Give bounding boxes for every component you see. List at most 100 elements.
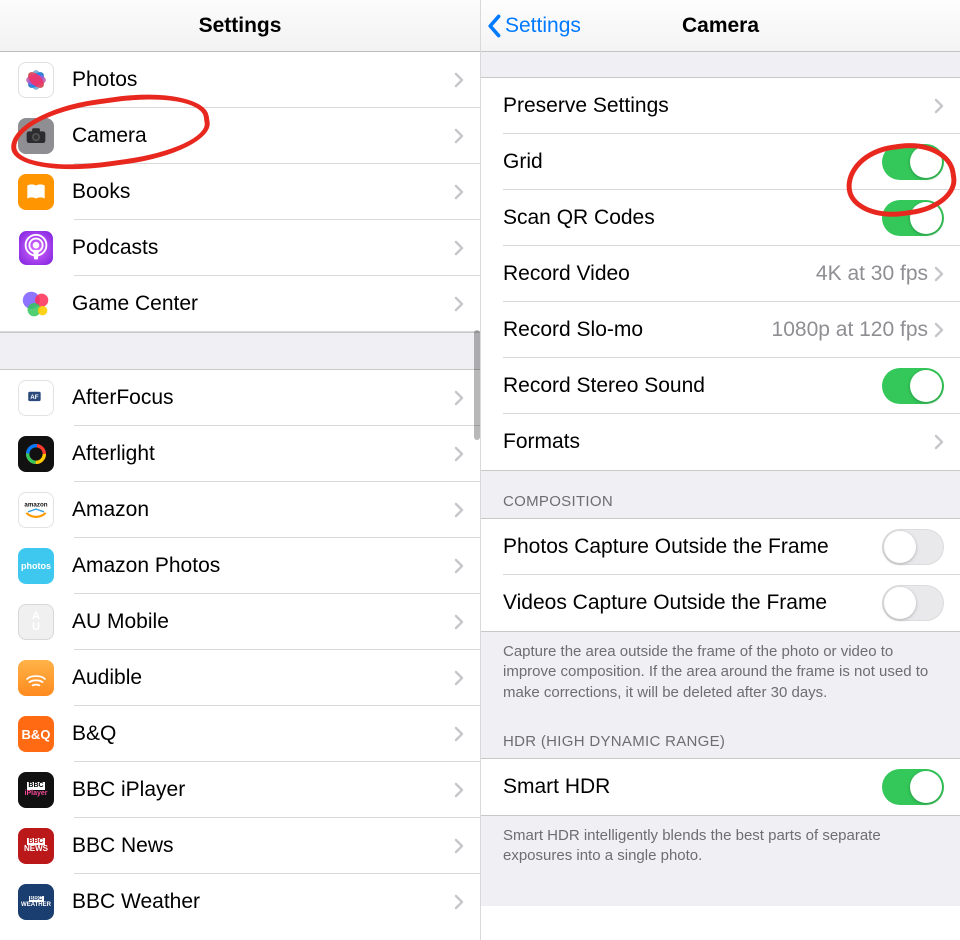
amazon-icon: amazon [18, 492, 54, 528]
row-label: Camera [72, 124, 454, 148]
row-photos[interactable]: Photos [0, 52, 480, 108]
composition-footer: Capture the area outside the frame of th… [481, 631, 960, 719]
bbc-weather-icon: BBCWEATHER [18, 884, 54, 920]
grid-toggle[interactable] [882, 144, 944, 180]
row-record-slomo[interactable]: Record Slo-mo 1080p at 120 fps [481, 302, 960, 358]
row-formats[interactable]: Formats [481, 414, 960, 470]
chevron-right-icon [454, 128, 464, 144]
chevron-right-icon [454, 296, 464, 312]
row-record-video[interactable]: Record Video 4K at 30 fps [481, 246, 960, 302]
camera-header: Settings Camera [481, 0, 960, 52]
row-books[interactable]: Books [0, 164, 480, 220]
photos-icon [18, 62, 54, 98]
chevron-right-icon [454, 184, 464, 200]
stereo-toggle[interactable] [882, 368, 944, 404]
chevron-right-icon [934, 98, 944, 114]
chevron-right-icon [454, 614, 464, 630]
bbc-iplayer-icon: BBCiPlayer [18, 772, 54, 808]
chevron-right-icon [934, 434, 944, 450]
bq-icon: B&Q [18, 716, 54, 752]
row-label: Record Slo-mo [503, 318, 772, 342]
row-podcasts[interactable]: Podcasts [0, 220, 480, 276]
row-afterfocus[interactable]: AF AfterFocus [0, 370, 480, 426]
row-label: Scan QR Codes [503, 206, 882, 230]
podcasts-icon [18, 230, 54, 266]
camera-pane: Settings Camera Preserve Settings Grid S… [480, 0, 960, 940]
row-videos-outside-frame: Videos Capture Outside the Frame [481, 575, 960, 631]
chevron-right-icon [454, 558, 464, 574]
row-scan-qr: Scan QR Codes [481, 190, 960, 246]
row-label: Photos Capture Outside the Frame [503, 535, 882, 559]
row-label: BBC Weather [72, 890, 454, 914]
row-label: Preserve Settings [503, 94, 934, 118]
row-value: 4K at 30 fps [816, 262, 928, 286]
settings-pane: Settings Photos [0, 0, 480, 940]
composition-header: COMPOSITION [481, 470, 960, 519]
chevron-right-icon [454, 894, 464, 910]
chevron-right-icon [934, 322, 944, 338]
row-au-mobile[interactable]: AU AU Mobile [0, 594, 480, 650]
afterlight-icon [18, 436, 54, 472]
svg-text:amazon: amazon [24, 501, 47, 508]
chevron-right-icon [934, 266, 944, 282]
row-bbc-iplayer[interactable]: BBCiPlayer BBC iPlayer [0, 762, 480, 818]
hdr-footer: Smart HDR intelligently blends the best … [481, 815, 960, 907]
row-stereo-sound: Record Stereo Sound [481, 358, 960, 414]
row-label: Formats [503, 430, 934, 454]
row-camera[interactable]: Camera [0, 108, 480, 164]
row-label: AfterFocus [72, 386, 454, 410]
row-label: BBC iPlayer [72, 778, 454, 802]
row-label: Record Video [503, 262, 816, 286]
row-bbc-weather[interactable]: BBCWEATHER BBC Weather [0, 874, 480, 930]
row-label: Record Stereo Sound [503, 374, 882, 398]
chevron-left-icon [487, 14, 503, 38]
row-label: Grid [503, 150, 882, 174]
chevron-right-icon [454, 502, 464, 518]
row-label: Podcasts [72, 236, 454, 260]
row-label: B&Q [72, 722, 454, 746]
afterfocus-icon: AF [18, 380, 54, 416]
scan-qr-toggle[interactable] [882, 200, 944, 236]
back-button[interactable]: Settings [481, 14, 581, 38]
svg-text:AF: AF [30, 394, 38, 401]
photos-outside-toggle[interactable] [882, 529, 944, 565]
camera-icon [18, 118, 54, 154]
row-smart-hdr: Smart HDR [481, 759, 960, 815]
chevron-right-icon [454, 670, 464, 686]
row-value: 1080p at 120 fps [772, 318, 928, 342]
row-photos-outside-frame: Photos Capture Outside the Frame [481, 519, 960, 575]
books-icon [18, 174, 54, 210]
row-label: Game Center [72, 292, 454, 316]
row-label: AU Mobile [72, 610, 454, 634]
chevron-right-icon [454, 446, 464, 462]
row-gamecenter[interactable]: Game Center [0, 276, 480, 332]
row-audible[interactable]: Audible [0, 650, 480, 706]
row-bbc-news[interactable]: BBCNEWS BBC News [0, 818, 480, 874]
row-amazon[interactable]: amazon Amazon [0, 482, 480, 538]
row-label: Amazon Photos [72, 554, 454, 578]
smart-hdr-toggle[interactable] [882, 769, 944, 805]
row-label: Books [72, 180, 454, 204]
row-preserve-settings[interactable]: Preserve Settings [481, 78, 960, 134]
row-label: Smart HDR [503, 775, 882, 799]
settings-title: Settings [199, 14, 282, 38]
settings-header: Settings [0, 0, 480, 52]
row-grid: Grid [481, 134, 960, 190]
back-label: Settings [505, 14, 581, 38]
row-label: Afterlight [72, 442, 454, 466]
row-label: Audible [72, 666, 454, 690]
chevron-right-icon [454, 240, 464, 256]
videos-outside-toggle[interactable] [882, 585, 944, 621]
au-mobile-icon: AU [18, 604, 54, 640]
row-label: Amazon [72, 498, 454, 522]
chevron-right-icon [454, 838, 464, 854]
row-amazon-photos[interactable]: photos Amazon Photos [0, 538, 480, 594]
chevron-right-icon [454, 72, 464, 88]
gamecenter-icon [18, 286, 54, 322]
row-label: Photos [72, 68, 454, 92]
row-afterlight[interactable]: Afterlight [0, 426, 480, 482]
amazon-photos-icon: photos [18, 548, 54, 584]
screenshot-root: Settings Photos [0, 0, 960, 940]
row-bq[interactable]: B&Q B&Q [0, 706, 480, 762]
chevron-right-icon [454, 782, 464, 798]
